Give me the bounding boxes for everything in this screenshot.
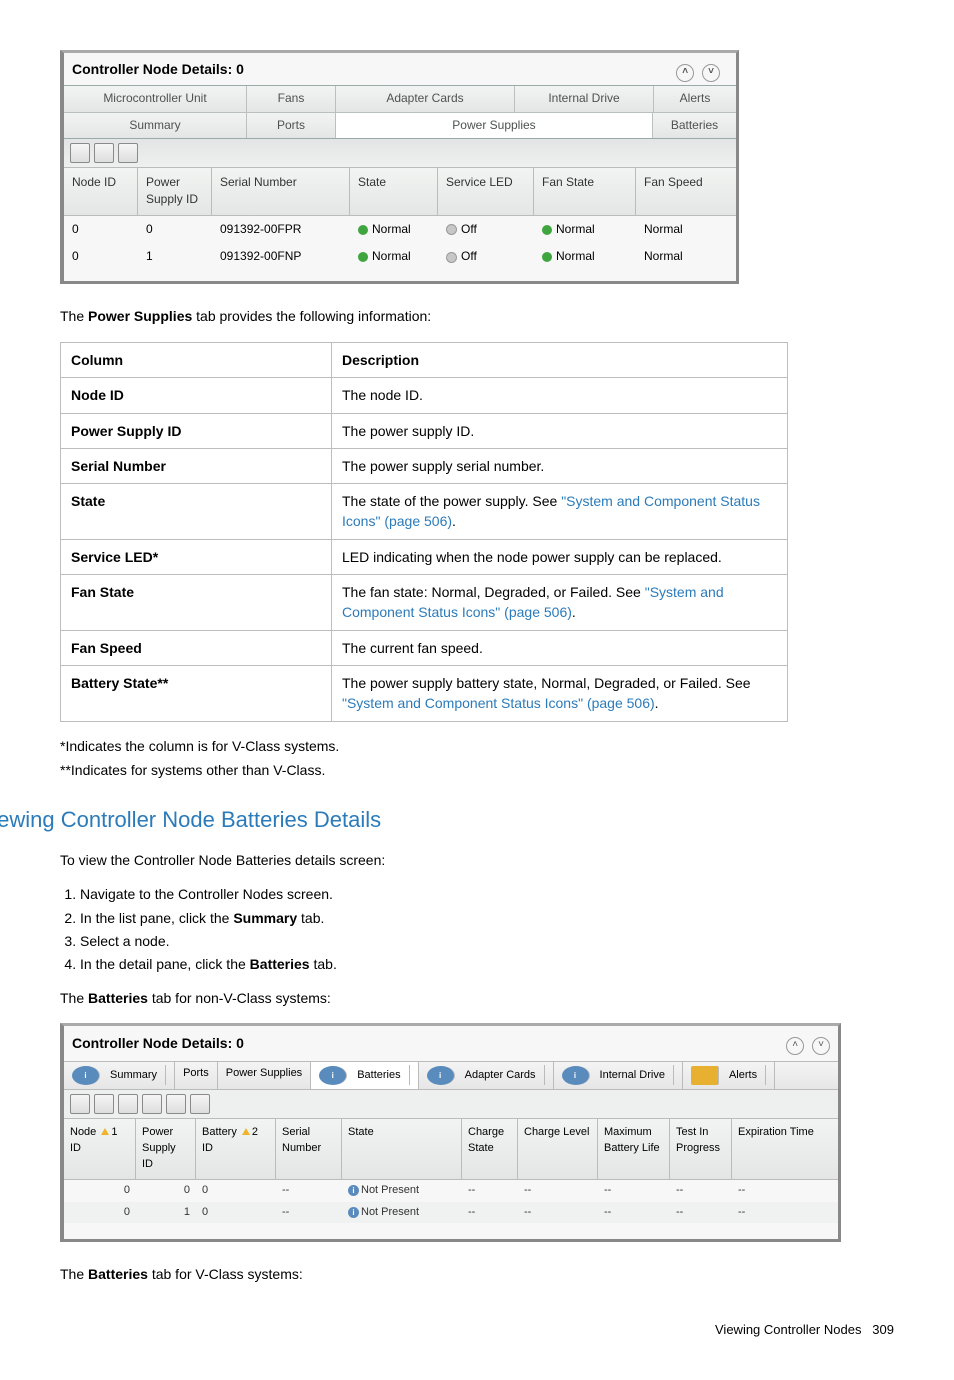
tab-summary[interactable]: iSummary [64,1062,175,1089]
th-description: Description [332,342,788,377]
tab-batteries[interactable]: Batteries [653,113,736,138]
sort-icon [101,1128,109,1135]
toolbar-icon[interactable] [118,1094,138,1114]
section-heading: Viewing Controller Node Batteries Detail… [0,804,894,836]
status-dot-icon [358,225,368,235]
col-node-id[interactable]: Node ID [64,168,138,215]
footnote-2: **Indicates for systems other than V-Cla… [60,760,894,780]
toolbar-icon[interactable] [142,1094,162,1114]
table-row: Power Supply IDThe power supply ID. [61,413,788,448]
table-row[interactable]: 0 1 0 -- iNot Present -- -- -- -- -- [64,1202,838,1224]
tab-power-supplies[interactable]: Power Supplies [336,113,653,138]
toolbar-icon[interactable] [118,143,138,163]
table-row: Fan StateThe fan state: Normal, Degraded… [61,575,788,631]
batteries-intro: The Batteries tab for non-V-Class system… [60,988,894,1008]
col-state[interactable]: State [350,168,438,215]
sort-icon [242,1128,250,1135]
led-off-icon [446,224,457,235]
ps-table-header: Node ID Power Supply ID Serial Number St… [64,168,736,216]
col-node-id[interactable]: Node 1ID [64,1119,136,1179]
toolbar-icon[interactable] [166,1094,186,1114]
tab-internal-drive[interactable]: iInternal Drive [554,1062,683,1089]
status-dot-icon [542,225,552,235]
tab-power-supplies[interactable]: Power Supplies [218,1062,311,1089]
table-row: Node IDThe node ID. [61,378,788,413]
table-row: Serial NumberThe power supply serial num… [61,448,788,483]
table-row: Fan SpeedThe current fan speed. [61,630,788,665]
collapse-down-icon[interactable]: ˅ [812,1037,830,1055]
table-row[interactable]: 0 1 091392-00FNP Normal Off Normal Norma… [64,243,736,270]
info-icon: i [72,1066,100,1085]
section-intro: To view the Controller Node Batteries de… [60,850,894,870]
col-fan-state[interactable]: Fan State [534,168,636,215]
col-ps-id[interactable]: Power Supply ID [138,168,212,215]
info-icon: i [562,1066,590,1085]
tab-internal-drive[interactable]: Internal Drive [515,86,654,111]
info-icon: i [348,1207,359,1218]
toolbar-icon[interactable] [190,1094,210,1114]
collapse-down-icon[interactable]: ˅ [702,64,720,82]
status-dot-icon [358,252,368,262]
col-service-led[interactable]: Service LED [438,168,534,215]
col-ps-id[interactable]: PowerSupply ID [136,1119,196,1179]
col-battery-id[interactable]: Battery 2ID [196,1119,276,1179]
page-footer: Viewing Controller Nodes 309 [60,1321,894,1340]
footnote-1: *Indicates the column is for V-Class sys… [60,736,894,756]
col-charge-state[interactable]: ChargeState [462,1119,518,1179]
tab-ports[interactable]: Ports [247,113,336,138]
alert-icon [691,1066,719,1085]
column-description-table: Column Description Node IDThe node ID. P… [60,342,788,722]
tab-batteries[interactable]: iBatteries [311,1062,418,1089]
table-row: StateThe state of the power supply. See … [61,484,788,540]
tab-adapter-cards[interactable]: iAdapter Cards [419,1062,554,1089]
col-state[interactable]: State [342,1119,462,1179]
tab-summary[interactable]: Summary [64,113,247,138]
list-item: Select a node. [80,931,894,951]
vclass-intro: The Batteries tab for V-Class systems: [60,1264,894,1284]
th-column: Column [61,342,332,377]
tab-alerts[interactable]: Alerts [683,1062,775,1089]
toolbar-icon[interactable] [70,1094,90,1114]
list-item: In the list pane, click the Summary tab. [80,908,894,928]
panel-title: Controller Node Details: 0 [72,61,244,77]
toolbar-icon[interactable] [94,1094,114,1114]
collapse-up-icon[interactable]: ˄ [786,1037,804,1055]
list-item: Navigate to the Controller Nodes screen. [80,884,894,904]
toolbar-icon[interactable] [70,143,90,163]
toolbar [64,1090,838,1119]
table-row[interactable]: 0 0 0 -- iNot Present -- -- -- -- -- [64,1180,838,1202]
batteries-table-header: Node 1ID PowerSupply ID Battery 2ID Seri… [64,1119,838,1180]
intro-text: The Power Supplies tab provides the foll… [60,306,894,326]
link-status-icons[interactable]: "System and Component Status Icons" (pag… [342,695,655,711]
status-dot-icon [542,252,552,262]
info-icon: i [319,1066,347,1085]
list-item: In the detail pane, click the Batteries … [80,954,894,974]
batteries-panel: Controller Node Details: 0 ˄ ˅ iSummary … [60,1023,841,1243]
toolbar-icon[interactable] [94,143,114,163]
tab-adapter-cards[interactable]: Adapter Cards [336,86,515,111]
col-fan-speed[interactable]: Fan Speed [636,168,736,215]
col-expiration[interactable]: Expiration Time [732,1119,838,1179]
tab-microcontroller[interactable]: Microcontroller Unit [64,86,247,111]
table-row[interactable]: 0 0 091392-00FPR Normal Off Normal Norma… [64,216,736,243]
panel-title: Controller Node Details: 0 [72,1033,244,1053]
tab-fans[interactable]: Fans [247,86,336,111]
col-max-life[interactable]: MaximumBattery Life [598,1119,670,1179]
steps-list: Navigate to the Controller Nodes screen.… [80,884,894,974]
collapse-up-icon[interactable]: ˄ [676,64,694,82]
table-row: Service LED*LED indicating when the node… [61,539,788,574]
info-icon: i [427,1066,455,1085]
info-icon: i [348,1185,359,1196]
col-serial[interactable]: SerialNumber [276,1119,342,1179]
tab-alerts[interactable]: Alerts [654,86,736,111]
col-serial[interactable]: Serial Number [212,168,350,215]
toolbar [64,139,736,168]
table-row: Battery State**The power supply battery … [61,665,788,721]
tab-ports[interactable]: Ports [175,1062,218,1089]
led-off-icon [446,252,457,263]
col-charge-level[interactable]: Charge Level [518,1119,598,1179]
power-supplies-panel: Controller Node Details: 0 ˄ ˅ Microcont… [60,50,739,284]
tab-bar: iSummary Ports Power Supplies iBatteries… [64,1061,838,1090]
col-test-in-progress[interactable]: Test InProgress [670,1119,732,1179]
